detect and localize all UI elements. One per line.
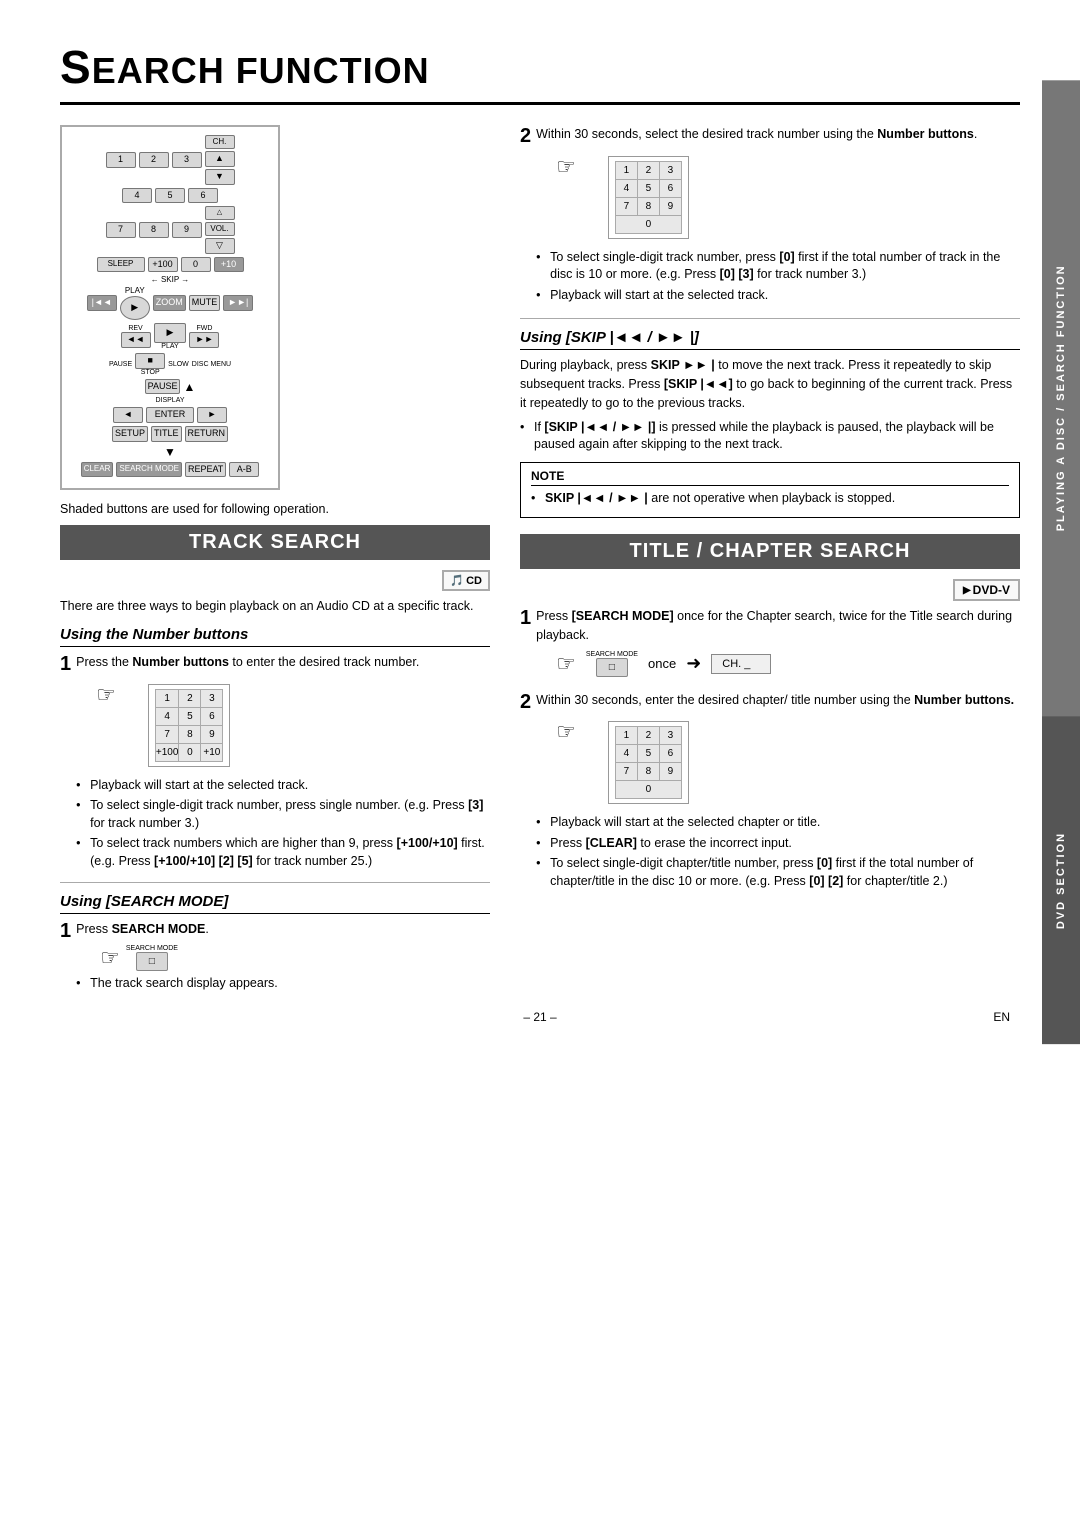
note-box: NOTE SKIP |◄◄ / ►► | are not operative w… — [520, 462, 1020, 519]
bullet-item: To select single-digit track number, pre… — [76, 797, 490, 832]
keypad-illustration: 123 456 789 +1000+10 — [148, 684, 231, 767]
keypad-right: 123 456 789 0 — [608, 156, 689, 239]
tc-step2-num: 2 — [520, 691, 531, 713]
right-sidebar: PLAYING A DISC / SEARCH FUNCTION DVD SEC… — [1042, 80, 1080, 1044]
using-skip-heading: Using [SKIP |◄◄ / ►► |] — [520, 329, 1020, 350]
note-bullets: SKIP |◄◄ / ►► | are not operative when p… — [531, 490, 1009, 508]
page-title: SEARCH FUNCTION — [60, 40, 1020, 105]
search-mode-bullets: The track search display appears. — [76, 975, 490, 993]
title-chapter-section: TITLE / CHAPTER SEARCH ▶ DVD-V 1 Press [… — [520, 534, 1020, 894]
keypad-tc: 123 456 789 0 — [608, 721, 689, 804]
search-mode-label2: SEARCH MODE — [586, 651, 638, 658]
step1-search-num: 1 — [60, 920, 71, 942]
hand-icon-search: ☞ — [100, 945, 120, 971]
sidebar-dvd: DVD SECTION — [1042, 716, 1080, 1044]
bullet-item: The track search display appears. — [76, 975, 490, 993]
footer-lang: EN — [993, 1010, 1010, 1024]
bullet-item: To select single-digit chapter/title num… — [536, 855, 1020, 890]
hand-icon: ☞ — [96, 682, 116, 708]
track-search-header: TRACK SEARCH — [60, 525, 490, 560]
step2-bullets: To select single-digit track number, pre… — [536, 249, 1020, 305]
using-search-mode-heading: Using [SEARCH MODE] — [60, 893, 490, 914]
step1-number-text: Press the Number buttons to enter the de… — [76, 653, 490, 672]
search-mode-label: SEARCH MODE — [126, 945, 178, 952]
remote-illustration: 123 CH. ▲ ▼ 456 789 △ VOL. ▽ — [60, 125, 280, 490]
bullet-item: SKIP |◄◄ / ►► | are not operative when p… — [531, 490, 1009, 508]
tc-step2-bullets: Playback will start at the selected chap… — [536, 814, 1020, 890]
once-label: once — [648, 656, 676, 671]
tc-step1-text: Press [SEARCH MODE] once for the Chapter… — [536, 607, 1020, 645]
search-mode-button: □ — [136, 952, 168, 971]
hand-icon-tc: ☞ — [556, 651, 576, 677]
hand-icon-tc2: ☞ — [556, 719, 576, 745]
track-search-section: TRACK SEARCH 🎵 CD There are three ways t… — [60, 525, 490, 996]
track-search-intro: There are three ways to begin playback o… — [60, 597, 490, 616]
bullet-item: To select track numbers which are higher… — [76, 835, 490, 870]
page-number: – 21 – — [523, 1010, 556, 1024]
title-rest: EARCH FUNCTION — [92, 50, 430, 91]
bullet-item: Playback will start at the selected trac… — [536, 287, 1020, 305]
bullet-item: Playback will start at the selected chap… — [536, 814, 1020, 832]
bullet-item: Press [CLEAR] to erase the incorrect inp… — [536, 835, 1020, 853]
using-number-heading: Using the Number buttons — [60, 626, 490, 647]
bullet-item: Playback will start at the selected trac… — [76, 777, 490, 795]
footer: – 21 – — [0, 1010, 1080, 1024]
step2-text: Within 30 seconds, select the desired tr… — [536, 125, 1020, 144]
skip-text: During playback, press SKIP ►► | to move… — [520, 356, 1020, 412]
shaded-note: Shaded buttons are used for following op… — [60, 500, 490, 519]
cd-logo: 🎵 CD — [442, 570, 490, 591]
step2-num: 2 — [520, 125, 531, 147]
number-bullets: Playback will start at the selected trac… — [76, 777, 490, 871]
dvd-logo: ▶ DVD-V — [953, 579, 1020, 601]
note-title: NOTE — [531, 469, 1009, 486]
search-mode-btn2: □ — [596, 658, 628, 677]
chapter-display: CH. _ — [711, 654, 771, 674]
arrow-icon: ➜ — [686, 653, 701, 674]
title-chapter-header: TITLE / CHAPTER SEARCH — [520, 534, 1020, 569]
step1-search-text: Press SEARCH MODE. — [76, 920, 490, 939]
tc-step2-text: Within 30 seconds, enter the desired cha… — [536, 691, 1020, 710]
hand-icon-r: ☞ — [556, 154, 576, 180]
once-illustration: ☞ SEARCH MODE □ once ➜ CH. _ — [556, 651, 1020, 677]
tc-step1-num: 1 — [520, 607, 531, 629]
skip-bullets: If [SKIP |◄◄ / ►► |] is pressed while th… — [520, 419, 1020, 454]
step1-num: 1 — [60, 653, 71, 675]
title-s: S — [60, 41, 92, 93]
bullet-item: If [SKIP |◄◄ / ►► |] is pressed while th… — [520, 419, 1020, 454]
sidebar-playing: PLAYING A DISC / SEARCH FUNCTION — [1042, 80, 1080, 716]
bullet-item: To select single-digit track number, pre… — [536, 249, 1020, 284]
